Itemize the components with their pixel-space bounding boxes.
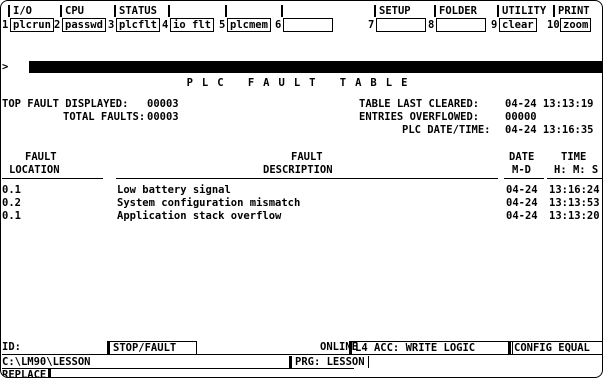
fkey-label[interactable]: plcflt <box>116 18 160 32</box>
fkey-7[interactable]: SETUP 7 <box>368 4 427 32</box>
col-description-subtitle: DESCRIPTION <box>263 164 333 176</box>
fkey-number: 3 <box>108 19 115 31</box>
col-description-title: FAULT <box>291 151 323 163</box>
fkey-label[interactable] <box>436 18 486 32</box>
status-divider <box>2 354 602 355</box>
fkey-1[interactable]: I/O 1 plcrun <box>2 4 54 32</box>
fkey-label[interactable]: zoom <box>560 18 592 32</box>
fkey-number: 2 <box>54 19 61 31</box>
fkey-number: 4 <box>162 19 169 31</box>
total-faults-value: 00003 <box>147 111 179 123</box>
folder-path: C:\LM90\LESSON <box>2 356 91 368</box>
fkey-label[interactable]: passwd <box>62 18 106 32</box>
fkey-category: CPU <box>60 5 84 17</box>
edit-mode-indicator: REPLACE <box>2 369 52 377</box>
fkey-number: 10 <box>547 19 560 31</box>
command-input[interactable] <box>29 61 602 73</box>
config-status-indicator: CONFIG EQUAL <box>508 341 602 355</box>
fault-date: 04-24 <box>506 210 538 222</box>
fkey-number: 1 <box>2 19 9 31</box>
col-date-subtitle: M-D <box>512 164 531 176</box>
fkey-number: 6 <box>275 19 282 31</box>
fkey-number: 9 <box>491 19 498 31</box>
fkey-category <box>225 5 231 17</box>
fkey-category: PRINT <box>553 5 590 17</box>
table-cleared-label: TABLE LAST CLEARED: <box>359 98 480 110</box>
fkey-10[interactable]: PRINT 10 zoom <box>547 4 602 32</box>
access-level-indicator: L4 ACC: WRITE LOGIC <box>349 341 513 355</box>
entries-overflowed-label: ENTRIES OVERFLOWED: <box>359 111 480 123</box>
fault-description: Application stack overflow <box>117 210 282 222</box>
fkey-number: 5 <box>219 19 226 31</box>
col-time-title: TIME <box>561 151 587 163</box>
fault-location: 0.1 <box>2 184 21 196</box>
page-title: PLC FAULT TABLE <box>186 77 417 89</box>
fkey-category <box>281 5 287 17</box>
top-fault-label: TOP FAULT DISPLAYED: <box>2 98 129 110</box>
fkey-category: SETUP <box>374 5 411 17</box>
fault-time: 13:13:20 <box>549 210 600 222</box>
fkey-label[interactable] <box>376 18 426 32</box>
fkey-label[interactable]: plcmem <box>227 18 271 32</box>
command-prompt: > <box>2 61 9 73</box>
program-name: PRG: LESSON <box>289 356 369 368</box>
fkey-label[interactable] <box>283 18 333 32</box>
plc-datetime-label: PLC DATE/TIME: <box>402 124 491 136</box>
fkey-8[interactable]: FOLDER 8 <box>428 4 492 32</box>
fault-time: 13:13:53 <box>549 197 600 209</box>
fkey-9[interactable]: UTILITY 9 clear <box>491 4 546 32</box>
fault-description: Low battery signal <box>117 184 231 196</box>
fkey-category: I/O <box>8 5 32 17</box>
fkey-4[interactable]: 4 io flt <box>162 4 217 32</box>
fkey-label[interactable]: clear <box>499 18 537 32</box>
plc-programmer-screen: I/O 1 plcrun CPU 2 passwd STATUS 3 plcfl… <box>0 0 603 378</box>
id-label: ID: <box>2 341 21 353</box>
header-underline-description <box>116 178 498 179</box>
fkey-label[interactable]: plcrun <box>10 18 54 32</box>
col-date-title: DATE <box>509 151 535 163</box>
fkey-2[interactable]: CPU 2 passwd <box>54 4 106 32</box>
fault-location: 0.2 <box>2 197 21 209</box>
col-time-subtitle: H: M: S <box>554 164 599 176</box>
fault-date: 04-24 <box>506 184 538 196</box>
fkey-number: 7 <box>368 19 375 31</box>
top-fault-value: 00003 <box>147 98 179 110</box>
fkey-category: FOLDER <box>434 5 477 17</box>
col-location-subtitle: LOCATION <box>9 164 60 176</box>
fkey-label[interactable]: io flt <box>170 18 214 32</box>
fkey-category <box>168 5 174 17</box>
header-underline-time <box>547 178 602 179</box>
table-cleared-value: 04-24 13:13:19 <box>505 98 594 110</box>
plc-datetime-value: 04-24 13:16:35 <box>505 124 594 136</box>
fault-description: System configuration mismatch <box>117 197 301 209</box>
total-faults-label: TOTAL FAULTS: <box>63 111 146 123</box>
col-location-title: FAULT <box>25 151 57 163</box>
fkey-5[interactable]: 5 plcmem <box>219 4 274 32</box>
entries-overflowed-value: 00000 <box>505 111 537 123</box>
header-underline-location <box>2 178 103 179</box>
fkey-category: UTILITY <box>497 5 546 17</box>
fault-date: 04-24 <box>506 197 538 209</box>
plc-state-indicator: STOP/FAULT <box>107 341 197 355</box>
path-divider <box>2 368 354 369</box>
fault-time: 13:16:24 <box>549 184 600 196</box>
header-underline-date <box>504 178 544 179</box>
fkey-category: STATUS <box>114 5 157 17</box>
fkey-number: 8 <box>428 19 435 31</box>
fkey-3[interactable]: STATUS 3 plcflt <box>108 4 160 32</box>
fault-location: 0.1 <box>2 210 21 222</box>
fkey-6[interactable]: 6 <box>275 4 365 32</box>
